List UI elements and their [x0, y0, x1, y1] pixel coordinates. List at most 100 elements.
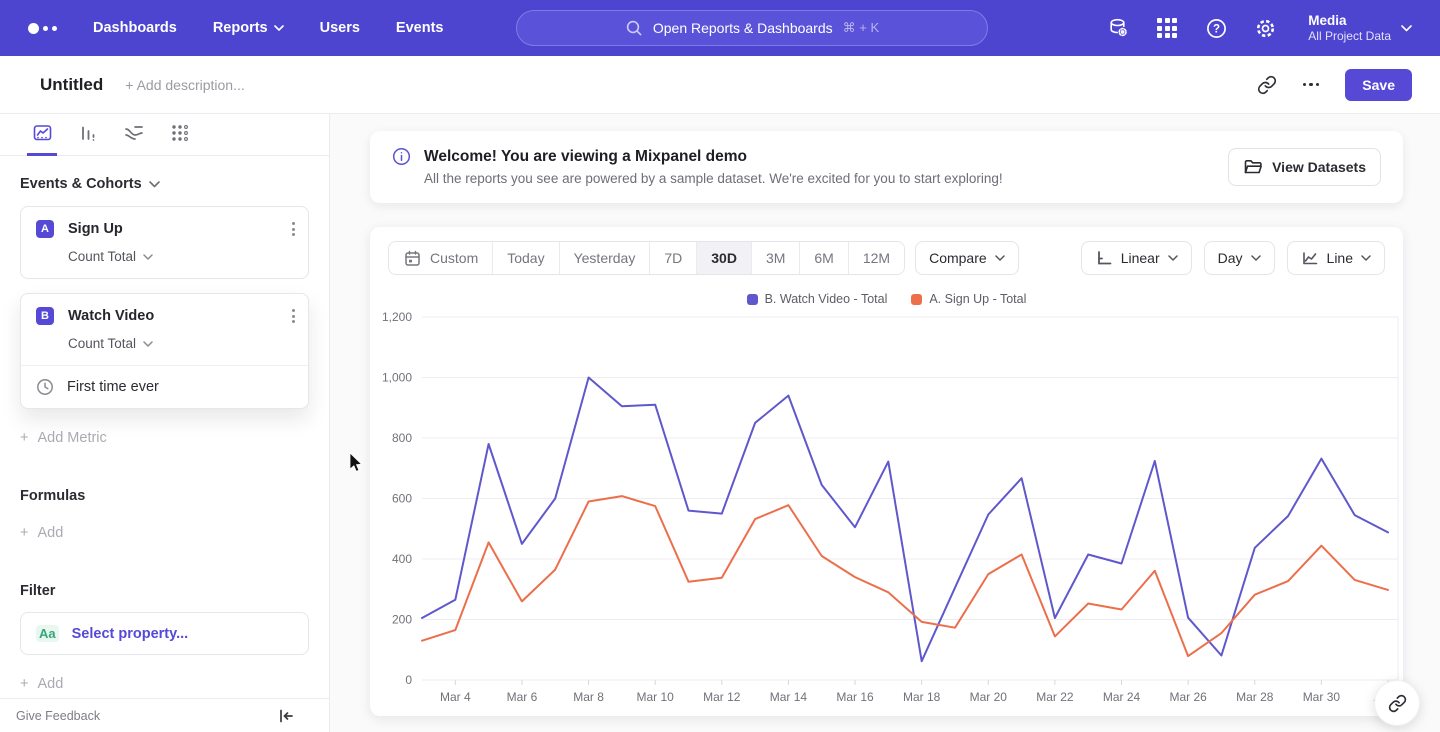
legend-label: A. Sign Up - Total	[929, 292, 1026, 306]
help-icon[interactable]: ?	[1204, 16, 1228, 40]
project-selector[interactable]: Media All Project Data	[1308, 13, 1412, 43]
nav-reports[interactable]: Reports	[213, 20, 284, 36]
range-3m[interactable]: 3M	[752, 242, 800, 274]
chart-type-dropdown[interactable]: Line	[1287, 241, 1385, 275]
settings-gear-icon[interactable]	[1253, 16, 1277, 40]
link-icon	[1257, 75, 1277, 95]
kebab-menu-icon[interactable]	[292, 222, 295, 236]
svg-text:Mar 16: Mar 16	[836, 690, 874, 704]
scale-label: Linear	[1121, 250, 1160, 266]
insights-chart-icon	[32, 123, 53, 144]
data-management-icon[interactable]	[1106, 16, 1130, 40]
text-property-icon: Aa	[36, 625, 59, 642]
metric-card-watch-video[interactable]: B Watch Video Count Total First time eve…	[20, 293, 309, 409]
range-12m-label: 12M	[863, 250, 890, 266]
add-filter-button[interactable]: + Add	[20, 676, 309, 692]
nav-events-label: Events	[396, 20, 444, 36]
insights-chart-card: Custom Today Yesterday 7D 30D 3M 6M 12M …	[370, 227, 1403, 716]
collapse-sidebar-button[interactable]	[277, 707, 295, 725]
range-yesterday[interactable]: Yesterday	[560, 242, 651, 274]
more-options-button[interactable]	[1303, 83, 1320, 87]
range-7d[interactable]: 7D	[650, 242, 697, 274]
global-search-input[interactable]: Open Reports & Dashboards ⌘ + K	[516, 10, 988, 46]
legend-swatch	[747, 294, 758, 305]
bar-chart-icon	[78, 123, 98, 144]
svg-text:600: 600	[392, 492, 412, 506]
first-time-ever-option[interactable]: First time ever	[21, 365, 308, 408]
range-12m[interactable]: 12M	[849, 242, 904, 274]
copy-link-button[interactable]	[1257, 75, 1277, 95]
metric-name[interactable]: Sign Up	[68, 221, 123, 237]
apps-grid-icon[interactable]	[1155, 16, 1179, 40]
formulas-header: Formulas	[20, 488, 309, 504]
aggregation-dropdown[interactable]: Count Total	[68, 249, 293, 264]
chevron-down-icon	[1401, 25, 1412, 32]
svg-text:Mar 24: Mar 24	[1103, 690, 1141, 704]
scale-dropdown[interactable]: Linear	[1081, 241, 1192, 275]
view-datasets-button[interactable]: View Datasets	[1228, 148, 1381, 186]
granularity-label: Day	[1218, 250, 1243, 266]
calendar-icon	[403, 249, 422, 268]
chart-legend: B. Watch Video - Total A. Sign Up - Tota…	[370, 292, 1403, 306]
info-icon	[392, 147, 411, 166]
chevron-down-icon	[143, 341, 153, 347]
svg-text:Mar 4: Mar 4	[440, 690, 471, 704]
search-placeholder: Open Reports & Dashboards	[653, 20, 833, 36]
metric-badge-a: A	[36, 220, 54, 238]
give-feedback-link[interactable]: Give Feedback	[16, 709, 100, 723]
navbar-right: ? Media All Project Data	[1106, 13, 1412, 43]
report-type-tabs	[0, 114, 329, 156]
filter-property-selector[interactable]: Aa Select property...	[20, 612, 309, 655]
svg-text:1,200: 1,200	[382, 310, 412, 324]
range-6m[interactable]: 6M	[800, 242, 848, 274]
svg-text:Mar 28: Mar 28	[1236, 690, 1274, 704]
range-3m-label: 3M	[766, 250, 785, 266]
range-custom[interactable]: Custom	[389, 242, 493, 274]
add-metric-button[interactable]: + Add Metric	[20, 430, 309, 446]
clock-icon	[36, 378, 54, 396]
range-custom-label: Custom	[430, 250, 478, 266]
add-description-field[interactable]: + Add description...	[125, 77, 244, 93]
legend-item-watch-video[interactable]: B. Watch Video - Total	[747, 292, 888, 306]
report-title[interactable]: Untitled	[40, 75, 103, 95]
nav-dashboards[interactable]: Dashboards	[93, 20, 177, 36]
range-yesterday-label: Yesterday	[574, 250, 636, 266]
tab-funnels[interactable]	[73, 114, 103, 156]
nav-reports-label: Reports	[213, 20, 268, 36]
aggregation-label: Count Total	[68, 336, 136, 351]
nav-events[interactable]: Events	[396, 20, 444, 36]
svg-text:Mar 8: Mar 8	[573, 690, 604, 704]
granularity-dropdown[interactable]: Day	[1204, 241, 1275, 275]
nav-users[interactable]: Users	[320, 20, 360, 36]
share-link-fab[interactable]	[1374, 680, 1420, 726]
range-30d-label: 30D	[711, 250, 737, 266]
kebab-menu-icon[interactable]	[292, 309, 295, 323]
aggregation-dropdown[interactable]: Count Total	[68, 336, 293, 351]
add-filter-label: Add	[37, 676, 63, 692]
events-cohorts-header[interactable]: Events & Cohorts	[20, 176, 309, 192]
nav-users-label: Users	[320, 20, 360, 36]
metric-card-sign-up[interactable]: A Sign Up Count Total	[20, 206, 309, 279]
tab-insights[interactable]	[27, 114, 57, 156]
chevron-down-icon	[143, 254, 153, 260]
legend-item-sign-up[interactable]: A. Sign Up - Total	[911, 292, 1026, 306]
project-name: Media	[1308, 13, 1391, 29]
select-property-placeholder: Select property...	[72, 626, 189, 642]
svg-text:Mar 26: Mar 26	[1169, 690, 1207, 704]
title-actions: Save	[1257, 69, 1412, 101]
metric-badge-b: B	[36, 307, 54, 325]
range-today[interactable]: Today	[493, 242, 559, 274]
line-chart[interactable]: 02004006008001,0001,200Mar 4Mar 6Mar 8Ma…	[370, 309, 1403, 718]
save-button[interactable]: Save	[1345, 69, 1412, 101]
range-30d[interactable]: 30D	[697, 242, 752, 274]
tab-retention[interactable]	[165, 114, 195, 156]
tab-flows[interactable]	[119, 114, 149, 156]
metric-name[interactable]: Watch Video	[68, 308, 154, 324]
range-7d-label: 7D	[664, 250, 682, 266]
svg-text:400: 400	[392, 552, 412, 566]
report-title-bar: Untitled + Add description... Save	[0, 56, 1440, 114]
compare-dropdown[interactable]: Compare	[915, 241, 1019, 275]
mixpanel-logo-icon[interactable]	[28, 23, 57, 34]
add-formula-button[interactable]: + Add	[20, 525, 309, 541]
chevron-down-icon	[1251, 255, 1261, 261]
